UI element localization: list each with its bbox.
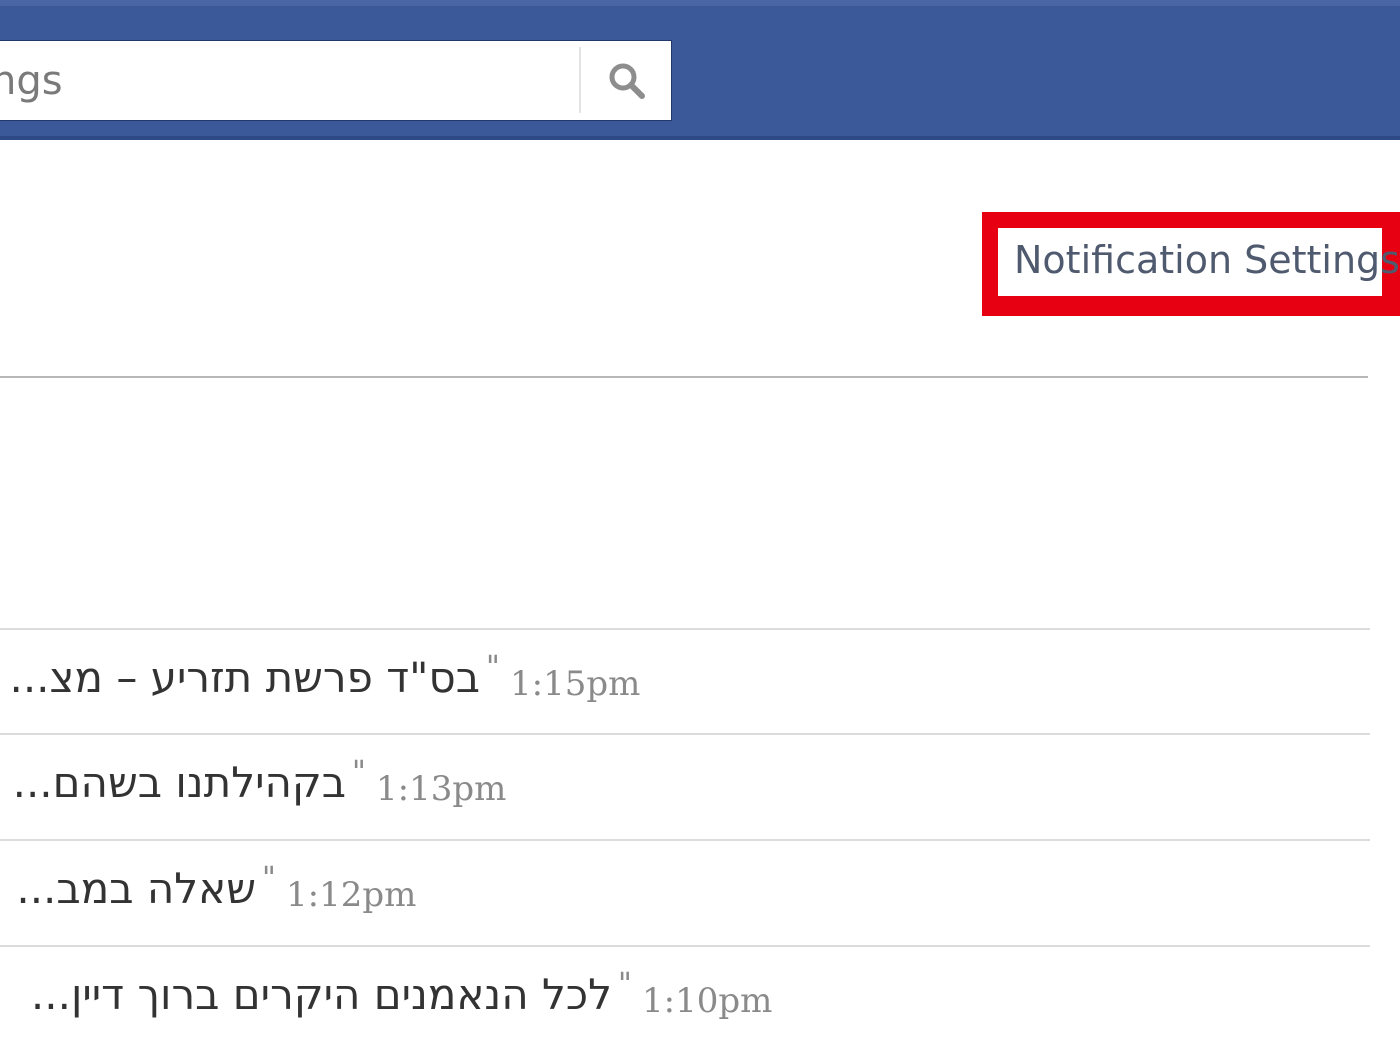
search-divider (579, 47, 581, 113)
quote-mark: " (618, 967, 632, 1002)
quote-mark: " (262, 861, 276, 896)
notification-time: 1:10pm (642, 981, 773, 1021)
topbar-edge (0, 0, 1400, 6)
search-icon (609, 63, 645, 99)
notification-time: 1:12pm (286, 875, 417, 915)
notification-item[interactable]: בס"ד פרשת תזריע – מצ... " 1:15pm (0, 628, 1370, 733)
quote-mark: " (486, 650, 500, 685)
notification-text: בס"ד פרשת תזריע – מצ... (9, 653, 480, 702)
notification-time: 1:15pm (510, 664, 641, 704)
search-box[interactable] (0, 40, 672, 121)
quote-mark: " (352, 755, 366, 790)
row-divider (0, 733, 1370, 735)
notification-time: 1:13pm (376, 769, 507, 809)
notification-item[interactable]: שאלה במב... " 1:12pm (0, 839, 1370, 944)
row-divider (0, 839, 1370, 841)
notification-item[interactable]: בקהילתנו בשהם... " 1:13pm (0, 733, 1370, 838)
notification-settings-link[interactable]: Notification Settings (1014, 232, 1400, 288)
top-navigation-bar (0, 0, 1400, 140)
row-divider (0, 628, 1370, 630)
notification-item[interactable]: לכל הנאמנים היקרים ברוך דיין... " 1:10pm (0, 945, 1370, 1050)
notification-text: בקהילתנו בשהם... (12, 758, 346, 807)
search-input[interactable] (0, 41, 581, 120)
search-button[interactable] (583, 41, 671, 120)
row-divider (0, 945, 1370, 947)
notification-text: שאלה במב... (16, 864, 256, 913)
section-divider (0, 376, 1368, 378)
notification-text: לכל הנאמנים היקרים ברוך דיין... (30, 970, 612, 1019)
